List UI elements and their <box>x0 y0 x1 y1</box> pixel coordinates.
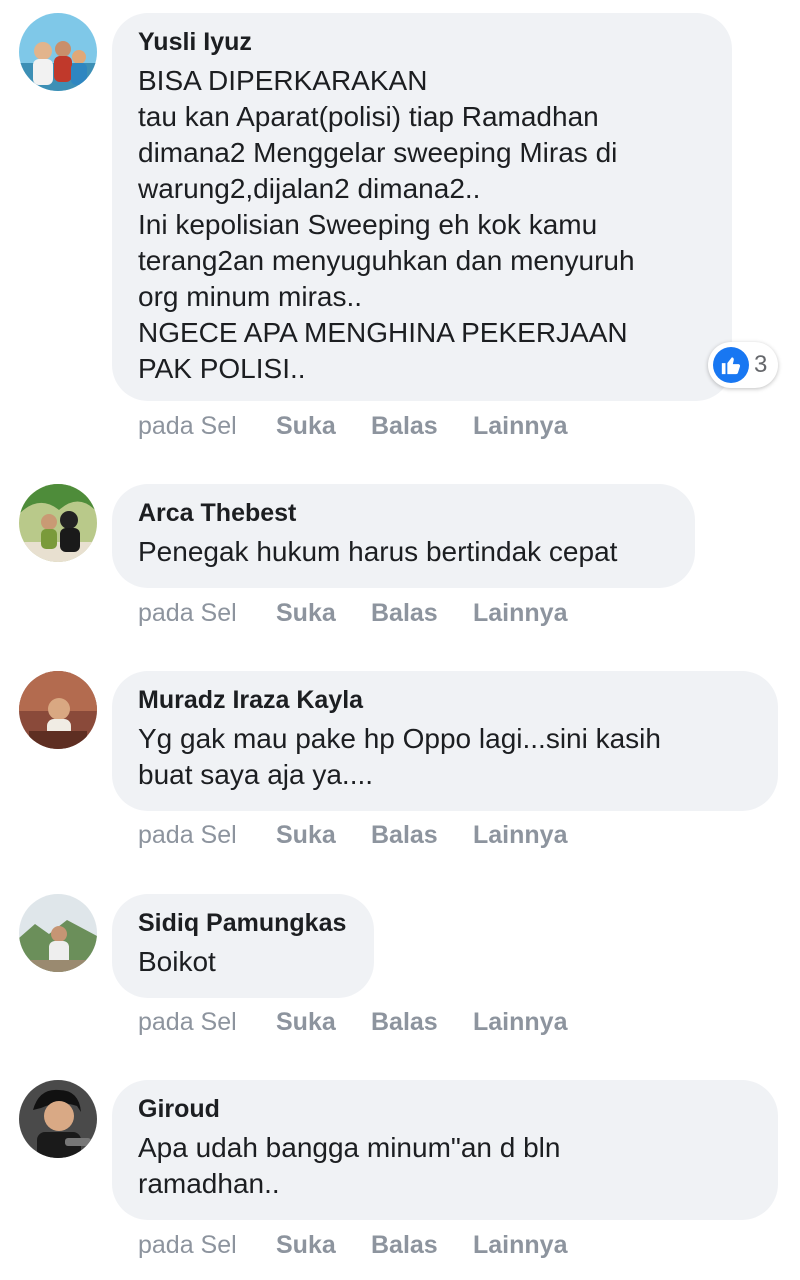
reply-button[interactable]: Balas <box>371 819 438 851</box>
like-button[interactable]: Suka <box>276 819 336 851</box>
comment-bubble: Yusli Iyuz BISA DIPERKARAKAN tau kan Apa… <box>112 13 732 401</box>
like-icon <box>713 347 749 383</box>
avatar[interactable] <box>19 894 97 972</box>
avatar[interactable] <box>19 13 97 91</box>
comment-author[interactable]: Sidiq Pamungkas <box>138 908 348 938</box>
more-button[interactable]: Lainnya <box>473 410 567 442</box>
avatar[interactable] <box>19 484 97 562</box>
comment-time: pada Sel <box>138 1008 237 1036</box>
like-button[interactable]: Suka <box>276 1006 336 1038</box>
like-button[interactable]: Suka <box>276 410 336 442</box>
reply-button[interactable]: Balas <box>371 1229 438 1261</box>
comment-text: Penegak hukum harus bertindak cepat <box>138 536 618 567</box>
comment-text: Apa udah bangga minum"an d bln ramadhan.… <box>138 1132 561 1199</box>
more-button[interactable]: Lainnya <box>473 1006 567 1038</box>
comment-bubble: Giroud Apa udah bangga minum"an d bln ra… <box>112 1080 778 1220</box>
more-button[interactable]: Lainnya <box>473 819 567 851</box>
comment-time: pada Sel <box>138 599 237 627</box>
reply-button[interactable]: Balas <box>371 410 438 442</box>
reply-button[interactable]: Balas <box>371 597 438 629</box>
comment-author[interactable]: Giroud <box>138 1094 752 1124</box>
comment-bubble: Muradz Iraza Kayla Yg gak mau pake hp Op… <box>112 671 778 811</box>
reaction-badge[interactable]: 3 <box>708 342 778 388</box>
comment-author[interactable]: Arca Thebest <box>138 498 669 528</box>
comment-bubble: Arca Thebest Penegak hukum harus bertind… <box>112 484 695 588</box>
reply-button[interactable]: Balas <box>371 1006 438 1038</box>
avatar[interactable] <box>19 671 97 749</box>
comment-author[interactable]: Yusli Iyuz <box>138 27 706 57</box>
comment-author[interactable]: Muradz Iraza Kayla <box>138 685 752 715</box>
comment-time: pada Sel <box>138 821 237 849</box>
like-button[interactable]: Suka <box>276 1229 336 1261</box>
like-button[interactable]: Suka <box>276 597 336 629</box>
comment-time: pada Sel <box>138 412 237 440</box>
avatar[interactable] <box>19 1080 97 1158</box>
reaction-count: 3 <box>754 351 768 378</box>
comment-text: BISA DIPERKARAKAN tau kan Aparat(polisi)… <box>138 65 635 384</box>
more-button[interactable]: Lainnya <box>473 597 567 629</box>
more-button[interactable]: Lainnya <box>473 1229 567 1261</box>
comment-bubble: Sidiq Pamungkas Boikot <box>112 894 374 998</box>
comment-text: Boikot <box>138 946 216 977</box>
comment-text: Yg gak mau pake hp Oppo lagi...sini kasi… <box>138 723 661 790</box>
comment-time: pada Sel <box>138 1231 237 1259</box>
